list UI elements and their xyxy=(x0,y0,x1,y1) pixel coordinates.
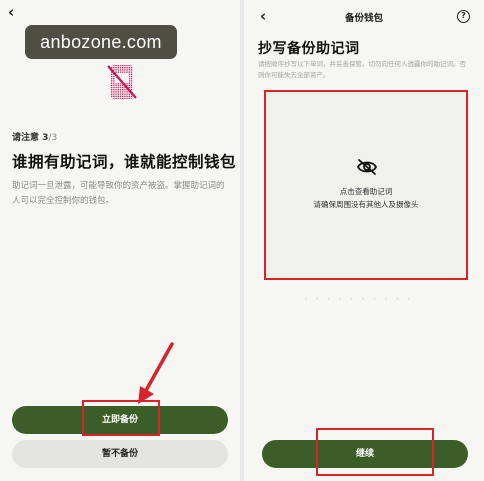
nav-title: 备份钱包 xyxy=(344,13,383,24)
eye-off-icon xyxy=(356,159,378,175)
decorative-dots: • • • • • • • • • • xyxy=(304,296,414,303)
watermark: anbozone.com xyxy=(25,25,177,59)
step-total: /3 xyxy=(48,133,58,143)
reveal-hint: 点击查看助记词 xyxy=(339,187,393,196)
backup-warning-screen: ‹ anbozone.com 请注意 3/3 谁拥有助记词，谁就能控制钱包 助记… xyxy=(0,0,240,481)
no-phone-icon xyxy=(107,65,137,99)
pointer-arrow xyxy=(138,342,174,404)
skip-backup-button[interactable]: 暂不备份 xyxy=(12,440,228,468)
backup-wallet-screen: ‹ 备份钱包 ? 抄写备份助记词 请按顺序抄写以下单词，并妥善保管。切勿向任何人… xyxy=(244,0,484,481)
continue-button[interactable]: 继续 xyxy=(262,440,468,468)
page-title: 抄写备份助记词 xyxy=(258,41,360,57)
privacy-hint: 请确保周围没有其他人及摄像头 xyxy=(313,200,419,209)
page-title: 谁拥有助记词，谁就能控制钱包 xyxy=(12,153,237,171)
back-arrow-icon[interactable]: ‹ xyxy=(8,4,24,20)
step-indicator: 请注意 3/3 xyxy=(12,130,57,143)
warning-description: 助记词一旦泄露，可能导致你的资产被盗。掌握助记词的人可以完全控制你的钱包。 xyxy=(12,181,225,206)
mnemonic-reveal-area[interactable]: 点击查看助记词 请确保周围没有其他人及摄像头 xyxy=(264,90,468,280)
step-current: 请注意 3 xyxy=(12,133,49,143)
help-icon[interactable]: ? xyxy=(457,10,470,23)
instruction-text: 请按顺序抄写以下单词，并妥善保管。切勿向任何人透露你的助记词。否则你可能失去全部… xyxy=(258,60,466,79)
backup-now-button[interactable]: 立即备份 xyxy=(12,406,228,434)
